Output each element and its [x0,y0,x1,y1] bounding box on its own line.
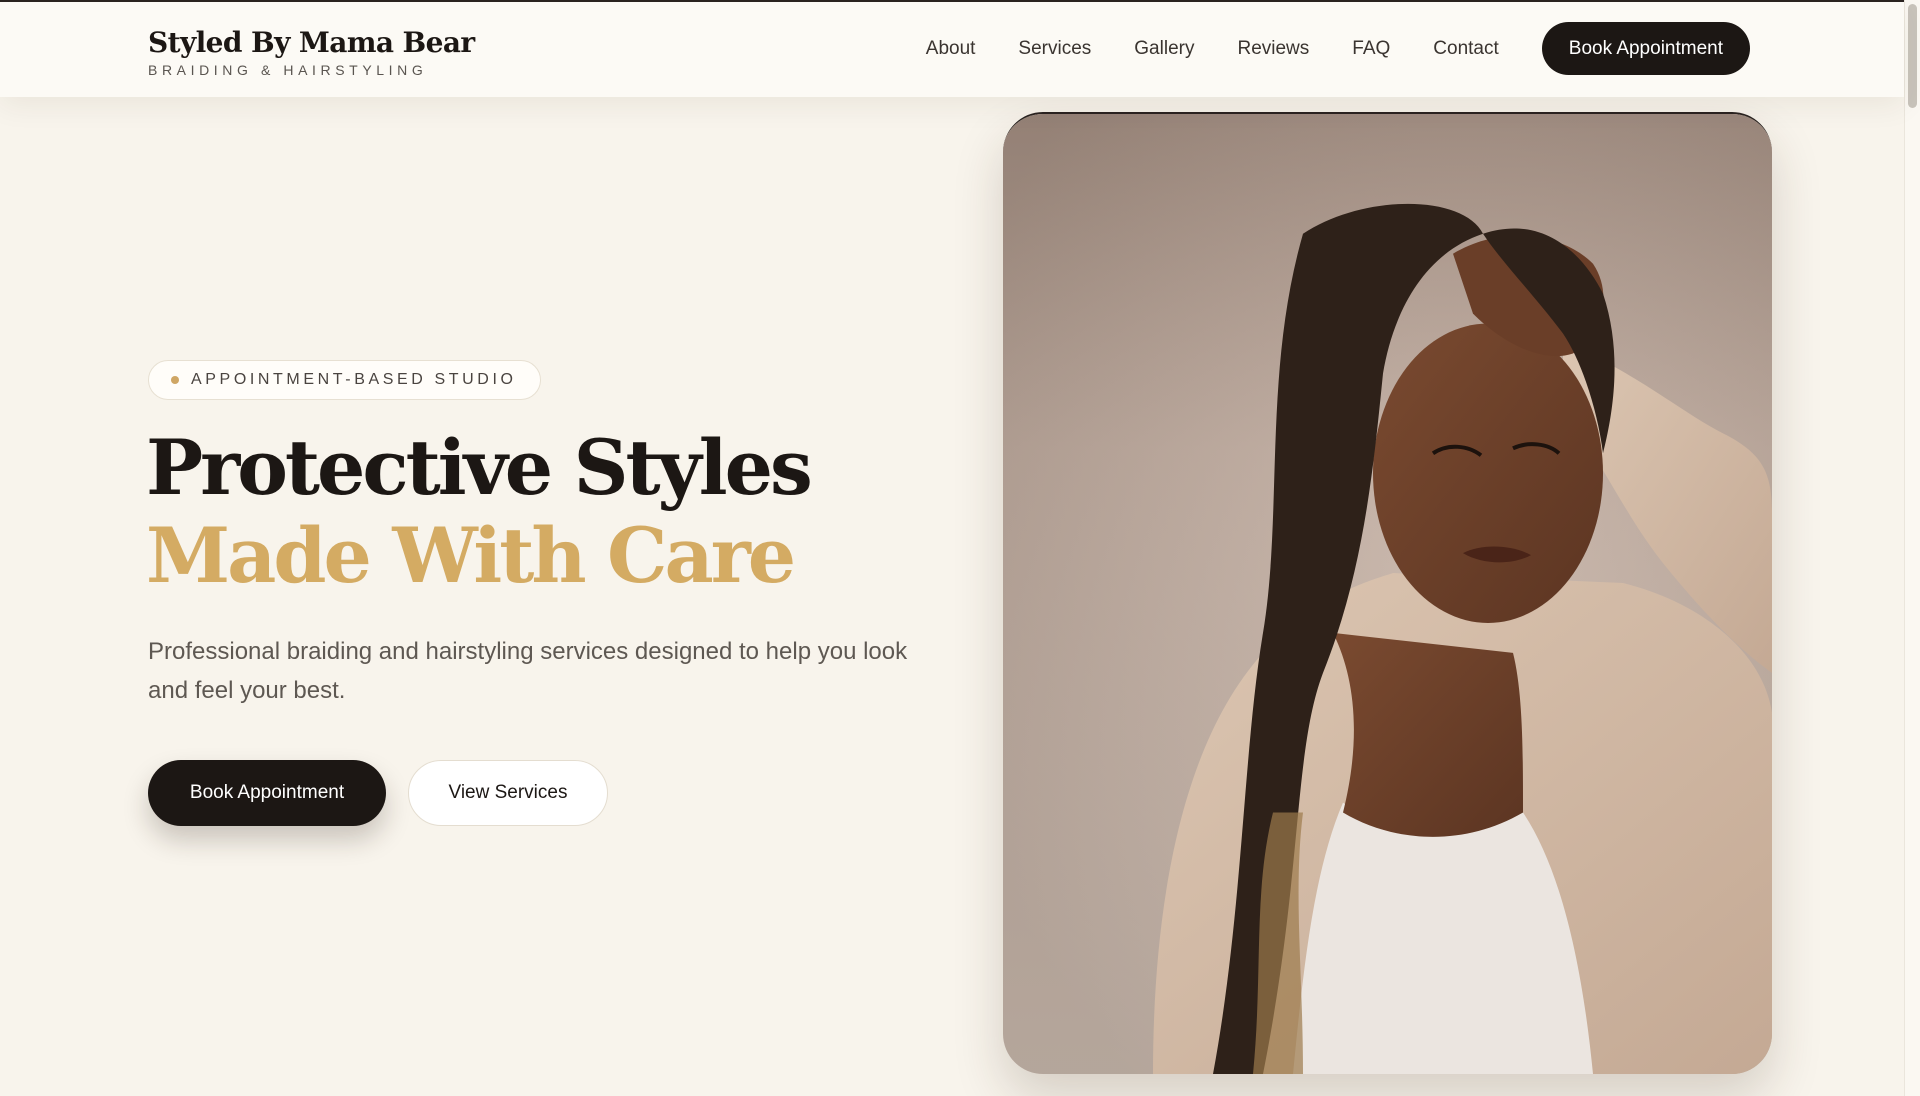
nav-link-services[interactable]: Services [1018,38,1091,60]
site-header: Styled By Mama Bear BRAIDING & HAIRSTYLI… [0,0,1904,97]
eyebrow-text: APPOINTMENT-BASED STUDIO [191,371,517,388]
nav-link-contact[interactable]: Contact [1433,38,1498,60]
dot-icon [171,376,179,384]
hero-portrait-image [1003,112,1772,1074]
header-book-appointment-button[interactable]: Book Appointment [1541,22,1750,75]
page: Styled By Mama Bear BRAIDING & HAIRSTYLI… [0,0,1920,1096]
scrollbar-thumb[interactable] [1908,4,1917,108]
hero-headline: Protective Styles Made With Care [146,423,813,600]
top-hairline [0,0,1904,2]
eyebrow-badge: APPOINTMENT-BASED STUDIO [148,360,541,400]
nav-link-gallery[interactable]: Gallery [1134,38,1194,60]
headline-line-2: Made With Care [146,511,796,600]
brand-logo[interactable]: Styled By Mama Bear BRAIDING & HAIRSTYLI… [148,26,475,78]
brand-tagline: BRAIDING & HAIRSTYLING [148,62,428,78]
book-appointment-button[interactable]: Book Appointment [148,760,386,826]
nav-link-reviews[interactable]: Reviews [1237,38,1309,60]
view-services-button[interactable]: View Services [408,760,608,826]
nav-link-faq[interactable]: FAQ [1352,38,1390,60]
brand-name: Styled By Mama Bear [148,26,475,59]
hero-subtext: Professional braiding and hairstyling se… [148,638,908,704]
scrollbar[interactable] [1904,0,1920,1096]
main-nav: About Services Gallery Reviews FAQ Conta… [926,0,1750,97]
headline-line-1: Protective Styles [146,423,813,512]
portrait-photo-icon [1003,114,1772,1074]
nav-link-about[interactable]: About [926,38,976,60]
